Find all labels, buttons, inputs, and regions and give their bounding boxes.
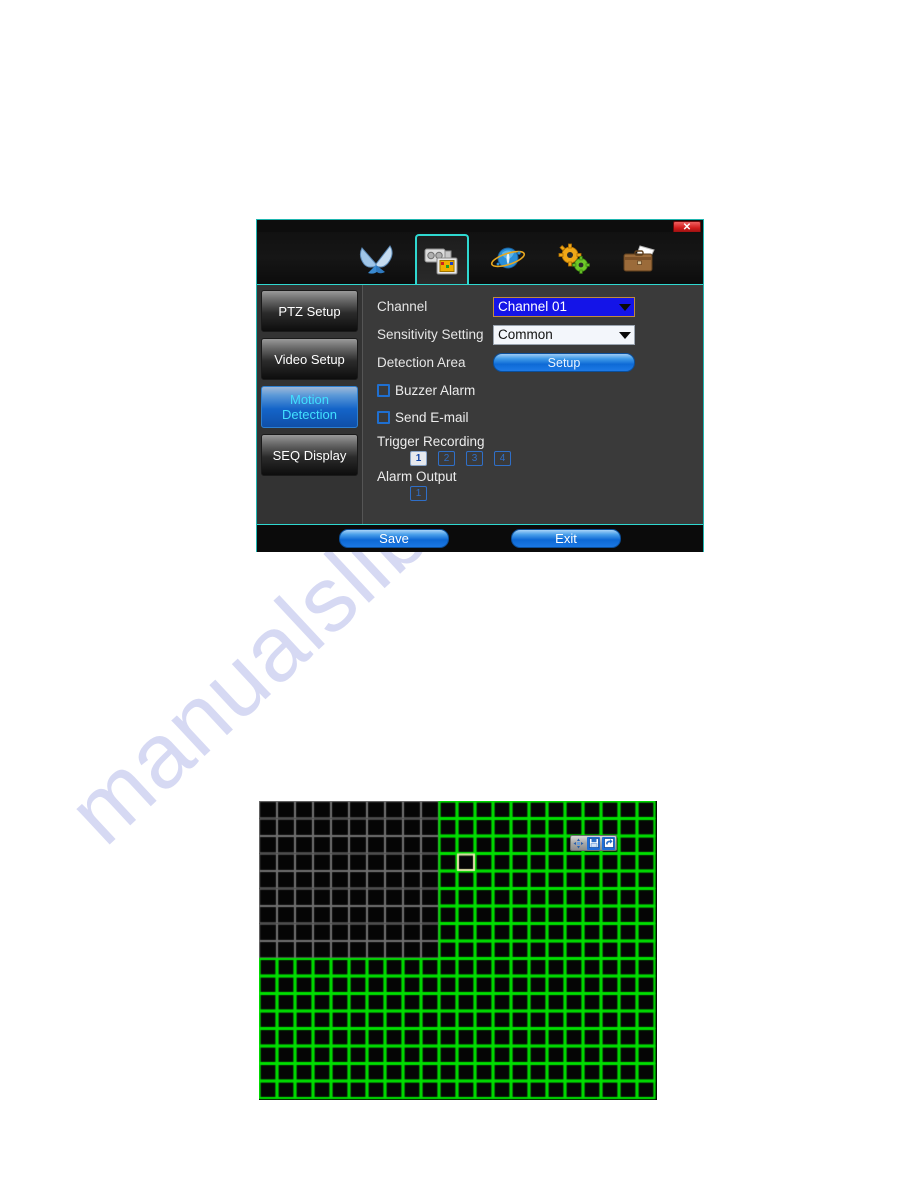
detection-area-setup-button[interactable]: Setup (493, 353, 635, 372)
trigger-recording-channel-3[interactable]: 3 (466, 451, 483, 466)
buzzer-alarm-label: Buzzer Alarm (395, 383, 476, 398)
display-settings-tab[interactable] (349, 234, 403, 284)
dialog-body: PTZ Setup Video Setup Motion Detection S… (257, 284, 703, 524)
system-settings-tab[interactable] (547, 234, 601, 284)
channel-number: 1 (415, 453, 422, 464)
trigger-recording-channel-1[interactable]: 1 (410, 451, 427, 466)
sensitivity-select[interactable]: Common (493, 324, 635, 345)
alarm-output-label: Alarm Output (377, 469, 457, 484)
sidebar-item-motion-detection[interactable]: Motion Detection (261, 386, 358, 428)
sensitivity-row: Sensitivity Setting Common (377, 321, 691, 348)
alarm-output-channel-1[interactable]: 1 (410, 486, 427, 501)
exit-button-label: Exit (555, 531, 577, 546)
butterfly-icon (356, 242, 396, 276)
briefcase-icon (620, 242, 660, 276)
camcorder-icon (422, 243, 462, 277)
save-button[interactable]: Save (339, 529, 449, 548)
move-handle-icon[interactable] (572, 837, 585, 850)
trigger-recording-channels: 1 2 3 4 (377, 451, 691, 466)
sensitivity-label: Sensitivity Setting (377, 327, 484, 342)
settings-sidebar: PTZ Setup Video Setup Motion Detection S… (257, 285, 363, 524)
globe-icon (488, 242, 528, 276)
sidebar-item-seq-display[interactable]: SEQ Display (261, 434, 358, 476)
dialog-footer: Save Exit (257, 524, 703, 552)
trigger-recording-label: Trigger Recording (377, 434, 485, 449)
sidebar-item-label: Motion Detection (282, 392, 337, 422)
dvr-settings-window: ✕ PTZ Setup Video Setup Motion Detection… (256, 219, 704, 552)
trigger-recording-channel-4[interactable]: 4 (494, 451, 511, 466)
grid-floating-toolbar (570, 835, 617, 851)
channel-label: Channel (377, 299, 428, 314)
send-email-label: Send E-mail (395, 410, 469, 425)
exit-icon[interactable] (602, 836, 615, 850)
channel-number: 1 (415, 488, 422, 499)
trigger-recording-channel-2[interactable]: 2 (438, 451, 455, 466)
detection-area-row: Detection Area Setup (377, 349, 691, 376)
close-glyph: ✕ (682, 221, 692, 233)
chevron-down-icon (619, 303, 631, 311)
sidebar-item-label: SEQ Display (272, 447, 347, 463)
channel-number: 3 (471, 453, 478, 464)
motion-detection-area-panel[interactable] (259, 801, 657, 1100)
buzzer-alarm-row: Buzzer Alarm (377, 377, 691, 404)
channel-value: Channel 01 (498, 298, 568, 314)
exit-button[interactable]: Exit (511, 529, 621, 548)
maintenance-tab[interactable] (613, 234, 667, 284)
send-email-row: Send E-mail (377, 404, 691, 431)
gears-icon (554, 242, 594, 276)
sidebar-item-label: Video Setup (274, 351, 345, 367)
network-settings-tab[interactable] (481, 234, 535, 284)
window-titlebar: ✕ (257, 220, 703, 234)
channel-number: 2 (443, 453, 450, 464)
channel-select[interactable]: Channel 01 (493, 296, 635, 317)
sidebar-item-label: PTZ Setup (278, 303, 341, 319)
main-tab-strip (257, 232, 703, 284)
sidebar-item-ptz-setup[interactable]: PTZ Setup (261, 290, 358, 332)
alarm-output-channels: 1 (377, 486, 691, 501)
detection-area-label: Detection Area (377, 355, 466, 370)
channel-number: 4 (499, 453, 506, 464)
channel-row: Channel Channel 01 (377, 293, 691, 320)
record-settings-tab[interactable] (415, 234, 469, 284)
sidebar-item-video-setup[interactable]: Video Setup (261, 338, 358, 380)
save-icon[interactable] (587, 836, 600, 850)
save-button-label: Save (379, 531, 409, 546)
chevron-down-icon (619, 331, 631, 339)
send-email-checkbox[interactable] (377, 411, 390, 424)
motion-detection-form: Channel Channel 01 Sensitivity Setting C… (363, 285, 703, 524)
setup-button-label: Setup (547, 355, 581, 370)
sensitivity-value: Common (498, 326, 553, 342)
buzzer-alarm-checkbox[interactable] (377, 384, 390, 397)
